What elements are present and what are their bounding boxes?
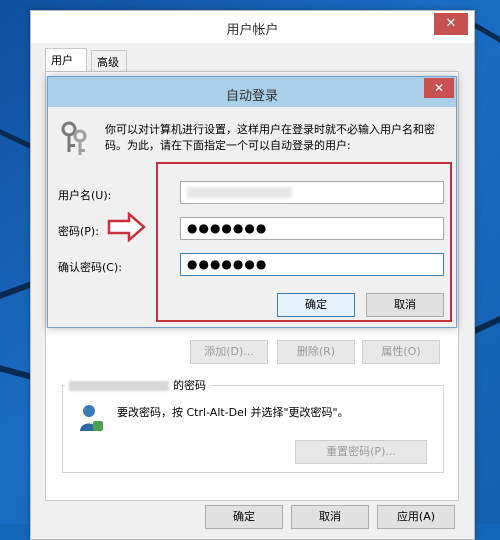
group-title-label: 的密码 — [173, 379, 206, 392]
tab-users[interactable]: 用户 — [45, 48, 87, 72]
add-user-button[interactable]: 添加(D)... — [190, 340, 268, 364]
ok-button[interactable]: 确定 — [205, 505, 283, 529]
highlight-box — [156, 162, 452, 322]
cancel-button[interactable]: 取消 — [291, 505, 369, 529]
close-icon[interactable]: ✕ — [424, 78, 454, 98]
change-password-hint: 要改密码，按 Ctrl-Alt-Del 并选择"更改密码"。 — [117, 406, 349, 419]
remove-user-button[interactable]: 删除(R) — [277, 340, 355, 364]
password-group-title: 的密码 — [65, 377, 210, 393]
password-label: 密码(P): — [58, 225, 99, 238]
dialog-titlebar[interactable]: 自动登录 ✕ — [48, 77, 456, 107]
right-arrow-icon — [107, 212, 146, 242]
reset-password-button[interactable]: 重置密码(P)... — [295, 440, 427, 464]
tab-advanced[interactable]: 高级 — [91, 50, 127, 72]
apply-button[interactable]: 应用(A) — [377, 505, 455, 529]
properties-button[interactable]: 属性(O) — [362, 340, 440, 364]
window-title: 用户帐户 — [226, 23, 279, 38]
user-key-icon — [80, 405, 103, 431]
window-titlebar[interactable]: 用户帐户 ✕ — [31, 11, 474, 43]
confirm-password-label: 确认密码(C): — [58, 261, 122, 274]
dialog-description: 你可以对计算机进行设置，这样用户在登录时就不必输入用户名和密码。为此，请在下面指… — [105, 123, 435, 152]
username-label: 用户名(U): — [58, 189, 112, 202]
dialog-title: 自动登录 — [225, 89, 278, 104]
keys-icon — [61, 121, 87, 155]
close-icon[interactable]: ✕ — [434, 13, 468, 35]
redacted-username — [69, 381, 169, 391]
